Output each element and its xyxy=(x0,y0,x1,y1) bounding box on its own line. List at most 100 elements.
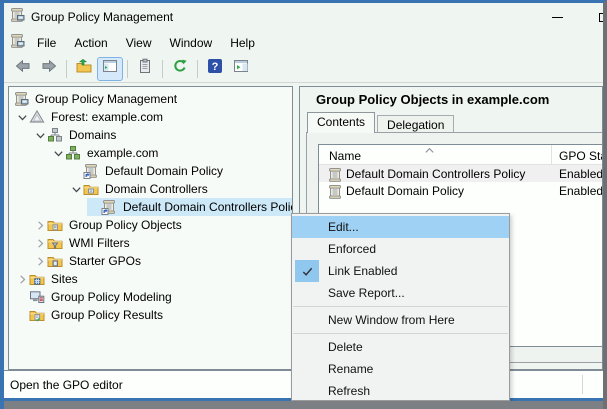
expander-spacer xyxy=(15,308,29,322)
tree-item-starter-gpos[interactable]: Starter GPOs xyxy=(33,252,292,270)
gpo-status: Enabled xyxy=(559,167,603,181)
context-menu-item-enforced[interactable]: Enforced xyxy=(292,238,509,260)
tree-item-label: Domains xyxy=(66,127,119,143)
tab-strip: ContentsDelegation xyxy=(307,112,456,133)
svg-text:?: ? xyxy=(212,61,219,73)
starter-gpo-folder-icon xyxy=(47,253,63,269)
context-menu-item-new-window-from-here[interactable]: New Window from Here xyxy=(292,309,509,331)
column-header-name[interactable]: Name xyxy=(329,149,361,163)
context-menu-item-edit[interactable]: Edit... xyxy=(292,216,509,238)
expander-spacer xyxy=(15,290,29,304)
expand-chevron-collapsed[interactable] xyxy=(33,236,47,250)
status-bar-divider xyxy=(582,375,583,394)
titlebar: Group Policy Management xyxy=(4,3,603,31)
context-menu-item-label: Enforced xyxy=(328,242,376,256)
help-button[interactable]: ? xyxy=(203,58,227,80)
context-menu-item-label: Save Report... xyxy=(328,286,405,300)
context-menu-item-label: Rename xyxy=(328,362,373,376)
console-tree-pane: Group Policy ManagementForest: example.c… xyxy=(8,86,293,370)
window: Group Policy Management FileActionViewWi… xyxy=(0,0,607,409)
menu-window[interactable]: Window xyxy=(161,33,222,53)
tree-item-group-policy-results[interactable]: Group Policy Results xyxy=(15,306,292,324)
menu-file[interactable]: File xyxy=(28,33,65,53)
gpo-name: Default Domain Policy xyxy=(346,184,464,198)
context-menu-item-save-report[interactable]: Save Report... xyxy=(292,282,509,304)
tree-item-sites[interactable]: Sites xyxy=(15,270,292,288)
expand-chevron-expanded[interactable] xyxy=(15,110,29,124)
tree-item-group-policy-objects[interactable]: Group Policy Objects xyxy=(33,216,292,234)
context-menu-item-rename[interactable]: Rename xyxy=(292,358,509,380)
tree-item-domain-controllers[interactable]: Domain Controllers xyxy=(69,180,292,198)
tree-item-group-policy-management[interactable]: Group Policy Management xyxy=(13,90,292,108)
gpmc-console-icon xyxy=(13,91,29,107)
minimize-button[interactable] xyxy=(542,7,572,27)
gpmc-app-icon xyxy=(9,7,25,28)
sort-ascending-icon xyxy=(424,145,435,159)
back-button[interactable] xyxy=(11,58,35,80)
console-tree-icon xyxy=(102,58,118,79)
expand-chevron-expanded[interactable] xyxy=(33,128,47,142)
forward-icon xyxy=(41,58,57,79)
sites-folder-icon xyxy=(29,271,45,287)
properties-button[interactable] xyxy=(133,58,157,80)
window-resize-edge xyxy=(0,401,607,409)
expand-chevron-expanded[interactable] xyxy=(69,182,83,196)
results-pane-title: Group Policy Objects in example.com xyxy=(316,92,549,107)
expand-chevron-collapsed[interactable] xyxy=(33,254,47,268)
tab-contents[interactable]: Contents xyxy=(307,112,375,133)
refresh-icon xyxy=(172,58,188,79)
context-menu-item-label: Delete xyxy=(328,340,363,354)
expand-chevron-collapsed[interactable] xyxy=(33,218,47,232)
forward-button[interactable] xyxy=(37,58,61,80)
gpo-list-row-default-domain-policy[interactable]: Default Domain Policy Enabled xyxy=(319,182,603,199)
column-divider[interactable] xyxy=(551,145,552,164)
menu-help[interactable]: Help xyxy=(221,33,264,53)
tree-item-label: Group Policy Objects xyxy=(66,217,185,233)
toolbar-separator xyxy=(162,60,163,78)
back-icon xyxy=(15,58,31,79)
checkmark-icon xyxy=(295,260,319,282)
refresh-button[interactable] xyxy=(168,58,192,80)
expand-chevron-collapsed[interactable] xyxy=(15,272,29,286)
gpo-folder-icon xyxy=(47,217,63,233)
tree-item-label: Group Policy Modeling xyxy=(48,289,175,305)
tree-item-label: Group Policy Results xyxy=(48,307,166,323)
toolbar-separator xyxy=(66,60,67,78)
toolbar-separator xyxy=(127,60,128,78)
show-action-pane-button[interactable] xyxy=(229,58,253,80)
context-menu-item-link-enabled[interactable]: Link Enabled xyxy=(292,260,509,282)
tree-item-domains[interactable]: Domains xyxy=(33,126,292,144)
menu-action[interactable]: Action xyxy=(65,33,116,53)
listview-header: Name GPO Status xyxy=(319,145,603,165)
ou-folder-icon xyxy=(83,181,99,197)
context-menu-item-refresh[interactable]: Refresh xyxy=(292,380,509,402)
context-menu-item-label: Link Enabled xyxy=(328,264,397,278)
context-menu-item-delete[interactable]: Delete xyxy=(292,336,509,358)
toolbar: ? xyxy=(4,55,603,83)
menu-view[interactable]: View xyxy=(117,33,161,53)
expand-chevron-expanded[interactable] xyxy=(51,146,65,160)
action-pane-icon xyxy=(233,58,249,79)
tree-item-forest-example-com[interactable]: Forest: example.com xyxy=(15,108,292,126)
tree-item-example-com[interactable]: example.com xyxy=(51,144,292,162)
gpo-status: Enabled xyxy=(559,184,603,198)
tree-item-default-domain-controllers-policy[interactable]: Default Domain Controllers Policy xyxy=(87,198,292,216)
tree-item-label: Default Domain Policy xyxy=(102,163,226,179)
column-header-gpo-status[interactable]: GPO Status xyxy=(559,149,603,163)
tree-item-wmi-filters[interactable]: WMI Filters xyxy=(33,234,292,252)
menubar: FileActionViewWindowHelp xyxy=(4,31,603,55)
tree-item-label: Forest: example.com xyxy=(48,109,166,125)
tree-item-group-policy-modeling[interactable]: Group Policy Modeling xyxy=(15,288,292,306)
help-icon: ? xyxy=(207,58,223,79)
gpo-link-icon xyxy=(83,163,99,179)
show-console-tree-button[interactable] xyxy=(98,58,122,80)
expander-spacer xyxy=(87,200,101,214)
gpo-list-row-default-domain-controllers-policy[interactable]: Default Domain Controllers PolicyEnabled xyxy=(319,165,603,182)
context-menu-item-label: Edit... xyxy=(328,220,359,234)
up-one-level-button[interactable] xyxy=(72,58,96,80)
listview-rows: Default Domain Controllers PolicyEnabled… xyxy=(319,165,603,199)
tree-item-default-domain-policy[interactable]: Default Domain Policy xyxy=(69,162,292,180)
maximize-button[interactable] xyxy=(589,7,607,27)
gpo-icon xyxy=(327,184,341,198)
tab-delegation[interactable]: Delegation xyxy=(377,115,454,133)
